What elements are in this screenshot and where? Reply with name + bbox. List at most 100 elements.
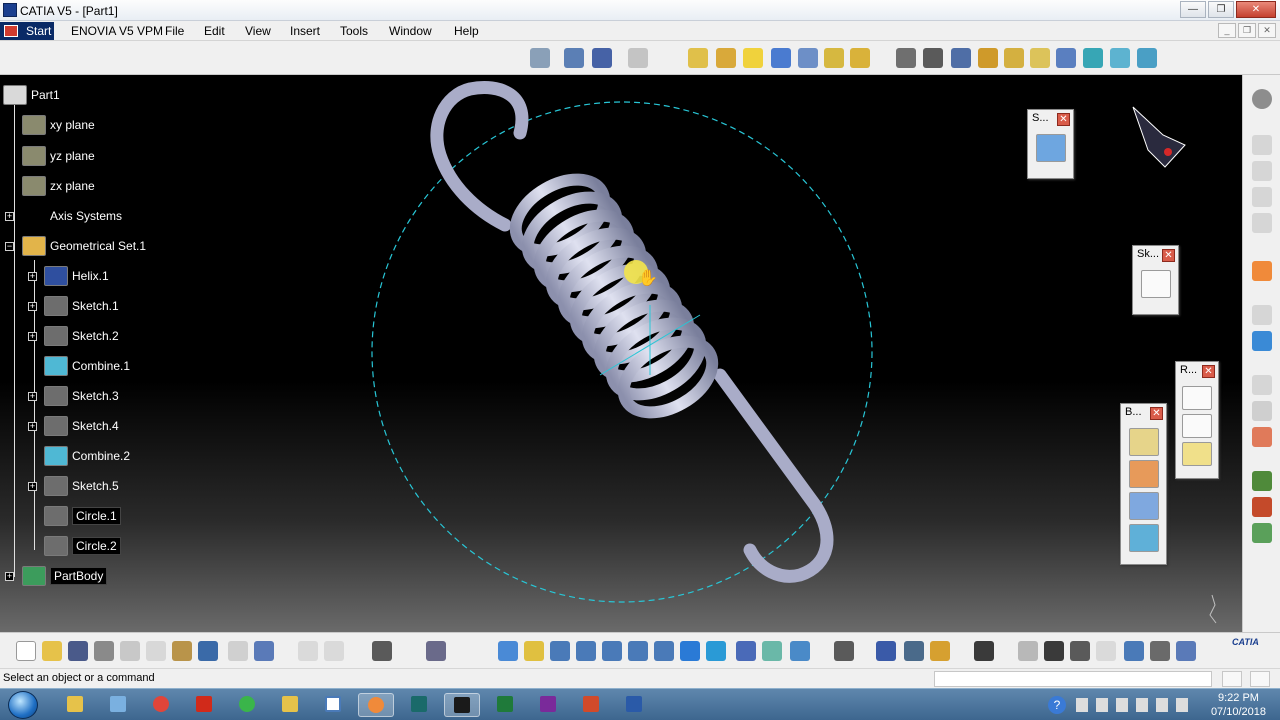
snap-icon[interactable] [1124, 641, 1144, 661]
menu-help[interactable]: Help [454, 24, 479, 38]
tree-item-circle-2[interactable]: Circle.2 [44, 536, 121, 556]
global-update-icon[interactable] [1044, 641, 1064, 661]
notes-icon[interactable] [272, 693, 308, 717]
measure-item-icon[interactable] [904, 641, 924, 661]
sketcher-icon[interactable] [1252, 135, 1272, 155]
rotate-view-icon[interactable] [576, 641, 596, 661]
expand-icon[interactable]: + [28, 422, 37, 431]
keyboard-icon[interactable] [100, 693, 136, 717]
pad-icon[interactable] [688, 48, 708, 68]
zoom-out-icon[interactable] [628, 641, 648, 661]
camera-icon[interactable] [974, 641, 994, 661]
tree-item-yz-plane[interactable]: yz plane [22, 146, 95, 166]
measure-between-icon[interactable] [876, 641, 896, 661]
affinity-icon[interactable] [1137, 48, 1157, 68]
remove-icon[interactable] [1128, 492, 1159, 520]
start-menu[interactable]: Start [0, 22, 54, 40]
menu-tools[interactable]: Tools [340, 24, 368, 38]
assemble-icon[interactable] [1128, 428, 1159, 456]
menu-edit[interactable]: Edit [204, 24, 225, 38]
menu-file[interactable]: File [165, 24, 184, 38]
tray-icon[interactable] [1096, 698, 1108, 712]
swap-visible-icon[interactable] [790, 641, 810, 661]
save-icon[interactable] [68, 641, 88, 661]
plane-tool-icon[interactable] [1252, 305, 1272, 325]
tray-icon[interactable] [1136, 698, 1148, 712]
sweep-icon[interactable] [771, 48, 791, 68]
tree-item-sketch-1[interactable]: Sketch.1 [44, 296, 119, 316]
tree-item-sketch-3[interactable]: Sketch.3 [44, 386, 119, 406]
new-file-icon[interactable] [16, 641, 36, 661]
menu-view[interactable]: View [245, 24, 271, 38]
expand-icon[interactable]: + [28, 332, 37, 341]
terminal-icon[interactable] [401, 693, 437, 717]
tray-icon[interactable] [1116, 698, 1128, 712]
tree-item-zx-plane[interactable]: zx plane [22, 176, 95, 196]
recording-app-icon[interactable] [358, 693, 394, 717]
multi-view-icon[interactable] [680, 641, 700, 661]
whatsapp-icon[interactable] [229, 693, 265, 717]
paste-icon[interactable] [172, 641, 192, 661]
cut-icon[interactable] [120, 641, 140, 661]
volume-icon[interactable] [1176, 698, 1188, 712]
close-button[interactable]: ✕ [1236, 1, 1276, 18]
positioned-sketch-icon[interactable] [1252, 161, 1272, 181]
tree-item-partbody[interactable]: PartBody [22, 566, 108, 586]
swap-icon[interactable] [1252, 213, 1272, 233]
tree-item-axis-systems[interactable]: Axis Systems [22, 206, 122, 226]
fit-all-icon[interactable] [628, 48, 648, 68]
zoom-in-icon[interactable] [602, 641, 622, 661]
doc-close-button[interactable]: ✕ [1258, 23, 1276, 38]
cube-icon[interactable] [1252, 331, 1272, 351]
windows-start-icon[interactable] [8, 691, 38, 719]
menu-insert[interactable]: Insert [290, 24, 320, 38]
tree-item-sketch-5[interactable]: Sketch.5 [44, 476, 119, 496]
line-icon[interactable] [1182, 414, 1212, 438]
status-button[interactable] [1250, 671, 1270, 687]
doc-minimize-button[interactable]: _ [1218, 23, 1236, 38]
select-icon[interactable] [1252, 261, 1272, 281]
print-icon[interactable] [94, 641, 114, 661]
fit-all-in-icon[interactable] [524, 641, 544, 661]
apply-material-icon[interactable] [1252, 497, 1272, 517]
tray-icon[interactable] [1076, 698, 1088, 712]
tree-item-sketch-4[interactable]: Sketch.4 [44, 416, 119, 436]
tree-item-combine-1[interactable]: Combine.1 [44, 356, 130, 376]
tree-item-geometrical-set[interactable]: Geometrical Set.1 [22, 236, 146, 256]
trim-icon[interactable] [923, 48, 943, 68]
text-icon[interactable] [1252, 375, 1272, 395]
tree-item-root[interactable]: Part1 [3, 85, 60, 105]
tree-item-sketch-2[interactable]: Sketch.2 [44, 326, 119, 346]
floating-toolbar-s[interactable]: S... ✕ [1027, 109, 1074, 179]
close-icon[interactable]: ✕ [1202, 365, 1215, 378]
chrome-icon[interactable] [143, 693, 179, 717]
minimize-button[interactable]: — [1180, 1, 1206, 18]
expand-icon[interactable]: + [28, 392, 37, 401]
iso-view-icon[interactable] [706, 641, 726, 661]
word-icon[interactable] [616, 693, 652, 717]
window-app-icon[interactable] [315, 693, 351, 717]
tree-item-circle-1[interactable]: Circle.1 [44, 506, 121, 526]
update-icon[interactable] [1018, 641, 1038, 661]
normal-view-icon[interactable] [654, 641, 674, 661]
tree-item-combine-2[interactable]: Combine.2 [44, 446, 130, 466]
status-button[interactable] [1222, 671, 1242, 687]
scale-icon[interactable] [1096, 641, 1116, 661]
tree-item-xy-plane[interactable]: xy plane [22, 115, 95, 135]
sketch-tool-icon[interactable] [1140, 270, 1171, 298]
acrobat-icon[interactable] [186, 693, 222, 717]
symmetry-icon[interactable] [1083, 48, 1103, 68]
hide-show-toggle-icon[interactable] [762, 641, 782, 661]
open-folder-icon[interactable] [42, 641, 62, 661]
tools-icon[interactable] [1150, 641, 1170, 661]
split-icon[interactable] [896, 48, 916, 68]
catalog-browser-icon[interactable] [1252, 523, 1272, 543]
blend-icon[interactable] [798, 48, 818, 68]
close-icon[interactable]: ✕ [1057, 113, 1070, 126]
system-clock[interactable]: 9:22 PM 07/10/2018 [1211, 691, 1266, 719]
explorer-icon[interactable] [57, 693, 93, 717]
excel-icon[interactable] [487, 693, 523, 717]
menu-enovia[interactable]: ENOVIA V5 VPM [71, 24, 163, 38]
fillet-icon[interactable] [1004, 48, 1024, 68]
onenote-icon[interactable] [530, 693, 566, 717]
